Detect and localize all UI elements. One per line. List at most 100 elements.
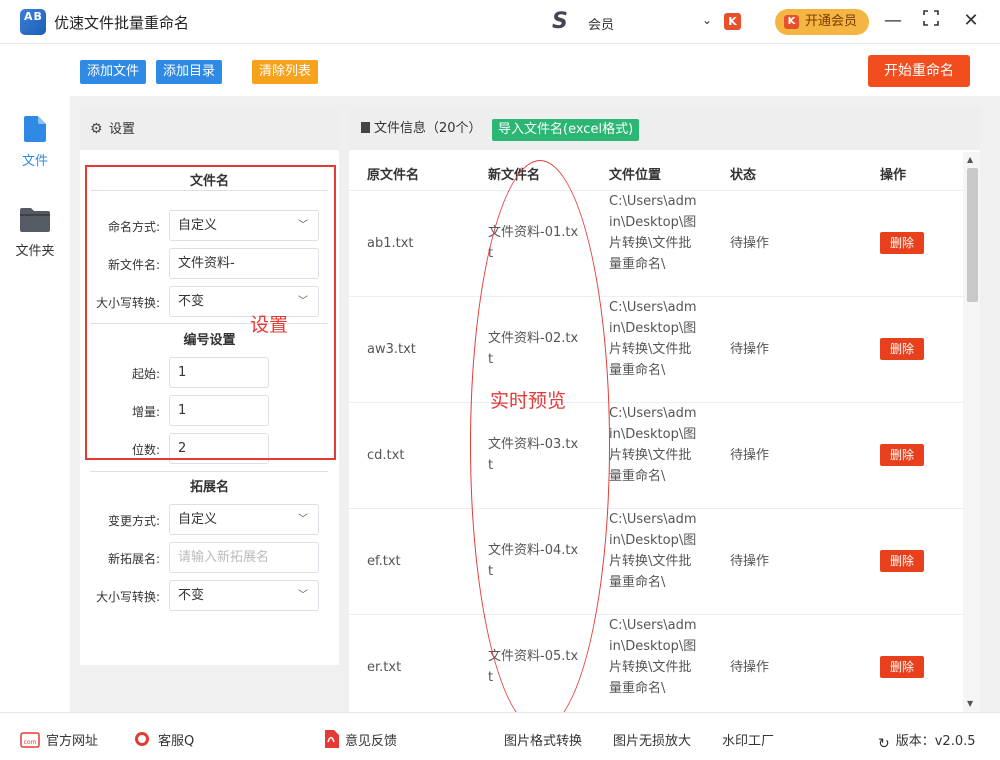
- preview-highlight-ellipse: [470, 160, 610, 730]
- minimize-button[interactable]: —: [882, 10, 904, 32]
- file-status: 待操作: [730, 342, 770, 357]
- file-status: 待操作: [730, 554, 770, 569]
- file-status: 待操作: [730, 448, 770, 463]
- chevron-down-icon: ﹀: [298, 514, 308, 525]
- official-website-label: 官方网址: [46, 734, 99, 749]
- column-header-action: 操作: [880, 168, 907, 183]
- left-nav: 文件 文件夹: [0, 44, 70, 712]
- delete-button[interactable]: 删除: [880, 444, 924, 466]
- delete-button[interactable]: 删除: [880, 656, 924, 678]
- table-row[interactable]: aw3.txt 文件资料-02.txt C:\Users\admin\Deskt…: [349, 296, 963, 402]
- file-location: C:\Users\admin\Desktop\图片转换\文件批量重命名\: [609, 194, 697, 272]
- file-list-header: 文件信息（20个） 导入文件名(excel格式): [349, 108, 980, 150]
- file-location: C:\Users\admin\Desktop\图片转换\文件批量重命名\: [609, 618, 697, 696]
- file-status: 待操作: [730, 236, 770, 251]
- ext-case-select[interactable]: 不变 ﹀: [169, 580, 319, 611]
- image-format-link[interactable]: 图片格式转换: [504, 730, 582, 749]
- nav-label-file: 文件: [21, 154, 48, 169]
- settings-annotation: 设置: [250, 314, 289, 336]
- nav-label-folder: 文件夹: [15, 244, 55, 259]
- column-header-location: 文件位置: [609, 168, 662, 183]
- user-name[interactable]: 会员: [588, 14, 614, 33]
- official-website-link[interactable]: com 官方网址: [20, 730, 98, 749]
- website-icon: com: [20, 732, 40, 748]
- watermark-factory-link[interactable]: 水印工厂: [722, 730, 774, 749]
- column-header-original: 原文件名: [367, 168, 420, 183]
- app-logo-icon: AB: [20, 9, 46, 35]
- ext-case-value: 不变: [178, 588, 205, 603]
- original-filename: ab1.txt: [367, 236, 414, 251]
- extension-section-title: 拓展名: [189, 480, 229, 495]
- original-filename: ef.txt: [367, 554, 401, 569]
- column-header-status: 状态: [730, 168, 757, 183]
- file-location: C:\Users\admin\Desktop\图片转换\文件批量重命名\: [609, 512, 697, 590]
- feedback-link[interactable]: 意见反馈: [323, 730, 397, 749]
- add-directory-button[interactable]: 添加目录: [156, 60, 223, 84]
- image-upscale-link[interactable]: 图片无损放大: [613, 730, 691, 749]
- table-row[interactable]: ab1.txt 文件资料-01.txt C:\Users\admin\Deskt…: [349, 190, 963, 296]
- chevron-down-icon: ﹀: [298, 590, 308, 601]
- original-filename: cd.txt: [367, 448, 405, 463]
- vip-button[interactable]: K 开通会员: [775, 9, 869, 35]
- file-info-title: 文件信息（20个）: [374, 121, 482, 136]
- customer-service-link[interactable]: 客服Q: [132, 730, 194, 749]
- feedback-icon: [325, 730, 339, 748]
- scrollbar[interactable]: ▲ ▼: [963, 152, 980, 712]
- close-button[interactable]: ✕: [960, 10, 982, 32]
- ext-mode-value: 自定义: [178, 512, 218, 527]
- clear-list-button[interactable]: 清除列表: [252, 60, 319, 84]
- nav-item-file[interactable]: 文件: [0, 116, 70, 169]
- settings-highlight-box: [85, 165, 336, 460]
- divider: [90, 471, 328, 472]
- file-list-panel: 文件信息（20个） 导入文件名(excel格式) 原文件名 新文件名 文件位置 …: [349, 108, 980, 712]
- folder-icon: [20, 208, 50, 232]
- import-filenames-button[interactable]: 导入文件名(excel格式): [492, 119, 640, 141]
- ext-case-label: 大小写转换:: [95, 590, 160, 604]
- vip-icon: K: [784, 15, 799, 29]
- maximize-button[interactable]: [920, 10, 942, 32]
- footer: com 官方网址 客服Q 意见反馈 图片格式转换 图片无损放大 水印工厂 ↻ 版本：…: [0, 712, 1000, 760]
- feedback-label: 意见反馈: [345, 734, 398, 749]
- support-headset-icon: [135, 732, 149, 746]
- delete-button[interactable]: 删除: [880, 232, 924, 254]
- delete-button[interactable]: 删除: [880, 550, 924, 572]
- maximize-icon: [923, 10, 939, 26]
- table-row[interactable]: er.txt 文件资料-05.txt C:\Users\admin\Deskto…: [349, 614, 963, 712]
- file-location: C:\Users\admin\Desktop\图片转换\文件批量重命名\: [609, 300, 697, 378]
- settings-header: ⚙ 设置: [80, 108, 339, 150]
- add-file-button[interactable]: 添加文件: [80, 60, 147, 84]
- preview-annotation: 实时预览: [490, 390, 567, 412]
- settings-title: 设置: [109, 122, 136, 137]
- start-rename-button[interactable]: 开始重命名: [868, 55, 970, 87]
- vip-button-label: 开通会员: [805, 14, 858, 29]
- version-info: ↻ 版本：v2.0.5: [878, 730, 976, 752]
- chevron-down-icon[interactable]: ⌄: [702, 13, 712, 27]
- file-icon: [24, 116, 46, 142]
- file-status: 待操作: [730, 660, 770, 675]
- version-label: 版本：v2.0.5: [895, 734, 976, 749]
- nav-item-folder[interactable]: 文件夹: [0, 208, 70, 259]
- scroll-thumb[interactable]: [967, 168, 978, 302]
- table-row[interactable]: cd.txt 文件资料-03.txt C:\Users\admin\Deskto…: [349, 402, 963, 508]
- table-row[interactable]: ef.txt 文件资料-04.txt C:\Users\admin\Deskto…: [349, 508, 963, 614]
- toolbar: 添加文件 添加目录 清除列表 开始重命名: [70, 44, 1000, 96]
- scroll-down-icon[interactable]: ▼: [967, 699, 973, 708]
- delete-button[interactable]: 删除: [880, 338, 924, 360]
- new-extension-input[interactable]: 请输入新拓展名: [169, 542, 319, 573]
- ext-mode-label: 变更方式:: [107, 514, 160, 528]
- original-filename: er.txt: [367, 660, 402, 675]
- customer-service-label: 客服Q: [158, 734, 195, 749]
- title-bar: AB 优速文件批量重命名 S 会员 ⌄ K K 开通会员 — ✕: [0, 0, 1000, 44]
- refresh-icon: ↻: [878, 736, 890, 752]
- scroll-up-icon[interactable]: ▲: [967, 155, 973, 164]
- gear-icon: ⚙: [90, 121, 103, 137]
- document-icon: [361, 122, 370, 133]
- file-location: C:\Users\admin\Desktop\图片转换\文件批量重命名\: [609, 406, 697, 484]
- new-extension-label: 新拓展名:: [107, 552, 160, 566]
- ext-mode-select[interactable]: 自定义 ﹀: [169, 504, 319, 535]
- original-filename: aw3.txt: [367, 342, 416, 357]
- brand-mark-icon: K: [724, 13, 741, 30]
- svg-text:com: com: [24, 739, 37, 746]
- app-title: 优速文件批量重命名: [54, 14, 190, 32]
- brand-s-logo-icon: S: [552, 9, 568, 34]
